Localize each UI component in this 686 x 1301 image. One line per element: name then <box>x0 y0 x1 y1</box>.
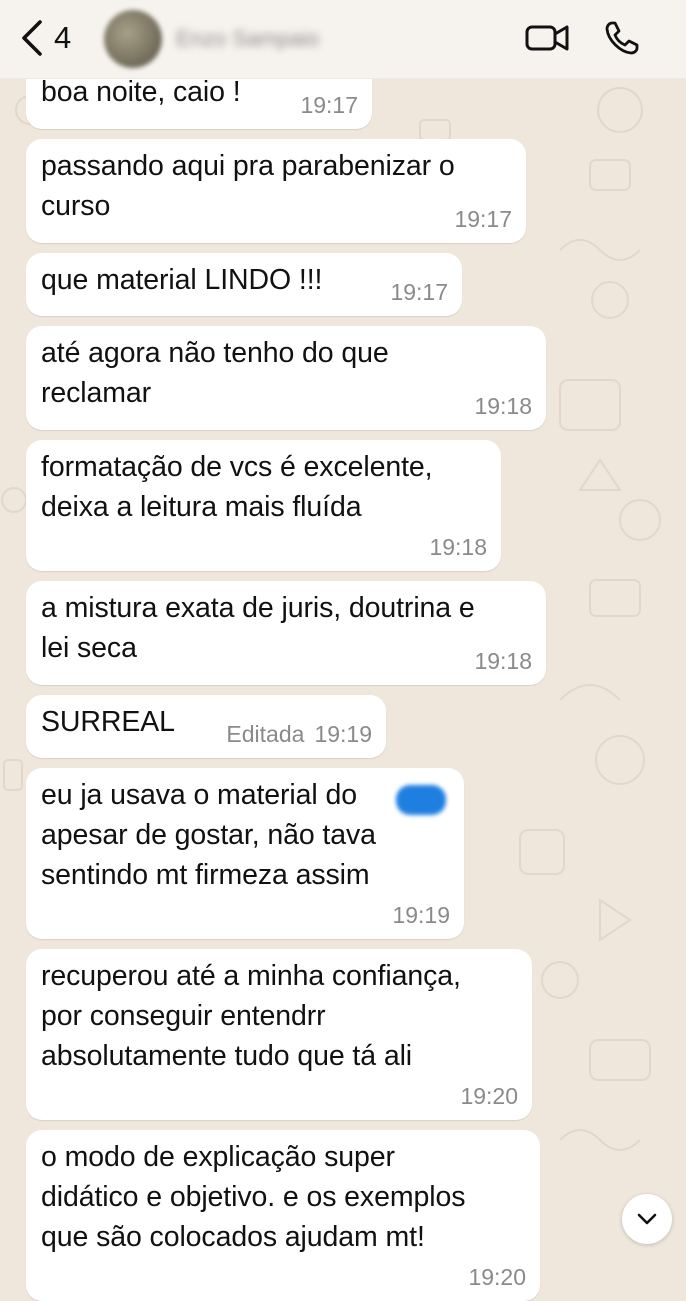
message-bubble[interactable]: SURREAL Editada 19:19 <box>26 695 386 758</box>
message-bubble[interactable]: o modo de explicação super didático e ob… <box>26 1130 540 1301</box>
message-bubble[interactable]: a mistura exata de juris, doutrina e lei… <box>26 581 546 685</box>
message-text: que material LINDO !!! <box>41 264 323 296</box>
message-time: 19:17 <box>300 92 358 118</box>
message-text: passando aqui pra parabenizar o curso <box>41 150 455 222</box>
message-bubble[interactable]: eu ja usava o material do apesar de gost… <box>26 768 464 939</box>
message-time: 19:20 <box>460 1083 518 1109</box>
message-time: 19:20 <box>468 1264 526 1290</box>
message-time: 19:17 <box>390 279 448 305</box>
message-text: a mistura exata de juris, doutrina e lei… <box>41 592 475 664</box>
edited-label: Editada <box>226 721 305 747</box>
message-bubble[interactable]: formatação de vcs é excelente, deixa a l… <box>26 440 501 571</box>
message-text: SURREAL <box>41 706 175 738</box>
message-time: 19:18 <box>474 648 532 674</box>
chevron-down-icon <box>637 1213 657 1225</box>
message-bubble[interactable]: que material LINDO !!! 19:17 <box>26 253 462 316</box>
message-time: 19:19 <box>314 721 372 747</box>
message-text: até agora não tenho do que reclamar <box>41 337 389 409</box>
message-bubble[interactable]: recuperou até a minha confiança, por con… <box>26 949 532 1120</box>
message-time: 19:17 <box>454 206 512 232</box>
message-text: formatação de vcs é excelente, deixa a l… <box>41 451 433 523</box>
message-meta: Editada 19:19 <box>226 721 372 748</box>
chat-header: 4 Enzo Sampaio <box>0 0 686 79</box>
redacted-name <box>396 785 446 815</box>
message-text: eu ja usava o material do apesar de gost… <box>41 779 376 891</box>
unread-count: 4 <box>54 20 72 55</box>
contact-name[interactable]: Enzo Sampaio <box>176 26 319 52</box>
message-time: 19:18 <box>429 534 487 560</box>
video-camera-icon[interactable] <box>524 20 570 56</box>
message-time: 19:19 <box>392 902 450 928</box>
message-bubble[interactable]: até agora não tenho do que reclamar 19:1… <box>26 326 546 430</box>
message-time: 19:18 <box>474 393 532 419</box>
chevron-left-icon <box>22 20 42 56</box>
message-list: boa noite, caio ! 19:17 passando aqui pr… <box>0 0 686 1301</box>
avatar[interactable] <box>104 10 162 68</box>
message-bubble[interactable]: passando aqui pra parabenizar o curso 19… <box>26 139 526 243</box>
scroll-to-bottom-button[interactable] <box>622 1194 672 1244</box>
message-text: recuperou até a minha confiança, por con… <box>41 960 461 1072</box>
phone-icon[interactable] <box>602 18 642 58</box>
message-text: o modo de explicação super didático e ob… <box>41 1141 466 1253</box>
back-button[interactable]: 4 <box>18 14 88 62</box>
